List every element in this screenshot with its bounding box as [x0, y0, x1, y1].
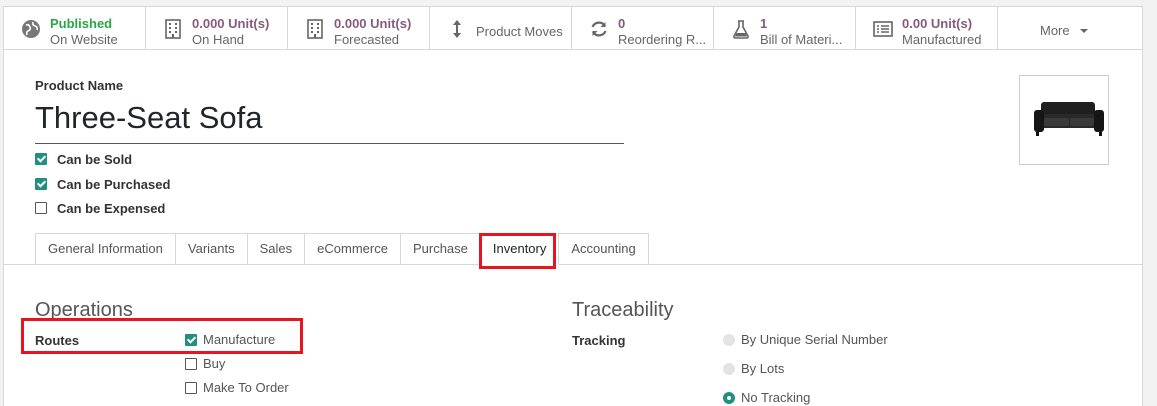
flask-icon: [733, 20, 749, 39]
traceability-title: Traceability: [572, 299, 674, 321]
product-name-underline: [35, 143, 624, 144]
smart-button-label: Reordering R...: [618, 32, 707, 47]
can-be-sold-checkbox[interactable]: [35, 153, 47, 165]
forecasted-button[interactable]: 0.000 Unit(s) Forecasted: [288, 7, 430, 49]
manufactured-button[interactable]: 0.00 Unit(s) Manufactured: [856, 7, 998, 49]
tracking-serial-option[interactable]: By Unique Serial Number: [723, 332, 888, 347]
refresh-icon: [591, 21, 607, 37]
smart-button-label: Manufactured: [902, 32, 982, 47]
can-be-expensed-checkbox-row[interactable]: Can be Expensed: [35, 199, 165, 217]
tab-general-information[interactable]: General Information: [35, 233, 176, 265]
website-published-button[interactable]: Published On Website: [4, 7, 146, 49]
smart-button-value: Published: [50, 16, 113, 31]
inventory-tab-highlight: [479, 233, 556, 269]
notebook-tabs: General Information Variants Sales eComm…: [35, 233, 649, 265]
product-moves-button[interactable]: Product Moves: [430, 7, 572, 49]
more-button[interactable]: More: [998, 7, 1136, 49]
building-icon: [165, 19, 181, 39]
product-name-field[interactable]: Three-Seat Sofa: [35, 100, 262, 136]
product-image[interactable]: [1019, 75, 1109, 165]
smart-button-value: 0.000 Unit(s): [334, 16, 412, 31]
tab-variants[interactable]: Variants: [175, 233, 248, 265]
bill-of-materials-button[interactable]: 1 Bill of Materi...: [714, 7, 856, 49]
building-icon: [307, 19, 323, 39]
route-make-to-order-label: Make To Order: [203, 380, 289, 395]
routes-highlight: [21, 318, 303, 354]
smart-button-value: 1: [760, 16, 768, 31]
tab-accounting[interactable]: Accounting: [559, 233, 649, 265]
can-be-purchased-checkbox[interactable]: [35, 178, 47, 190]
caret-down-icon: [1080, 29, 1088, 33]
tab-purchase[interactable]: Purchase: [400, 233, 481, 265]
smart-button-value: 0: [618, 16, 626, 31]
tab-ecommerce[interactable]: eCommerce: [305, 233, 401, 265]
smart-button-label: On Website: [50, 32, 118, 47]
can-be-expensed-checkbox[interactable]: [35, 202, 47, 214]
smart-button-label: On Hand: [192, 32, 245, 47]
can-be-purchased-checkbox-row[interactable]: Can be Purchased: [35, 175, 170, 193]
on-hand-button[interactable]: 0.000 Unit(s) On Hand: [146, 7, 288, 49]
smart-button-value: 0.00 Unit(s): [902, 16, 973, 31]
route-buy[interactable]: Buy: [185, 356, 225, 371]
product-name-label: Product Name: [35, 78, 124, 93]
tab-sales[interactable]: Sales: [247, 233, 306, 265]
tracking-none-label: No Tracking: [741, 390, 811, 405]
can-be-expensed-label: Can be Expensed: [57, 200, 166, 216]
arrows-vertical-icon: [453, 20, 461, 38]
can-be-purchased-label: Can be Purchased: [57, 176, 171, 192]
tracking-lots-option[interactable]: By Lots: [723, 361, 784, 376]
tracking-label: Tracking: [572, 333, 626, 348]
route-buy-checkbox[interactable]: [185, 357, 197, 370]
can-be-sold-label: Can be Sold: [57, 151, 133, 167]
smart-button-label: Product Moves: [476, 24, 563, 39]
tracking-none-radio[interactable]: [723, 391, 735, 404]
tracking-serial-label: By Unique Serial Number: [741, 332, 888, 347]
product-form-sheet: Published On Website 0.000 Unit(s) On Ha…: [3, 6, 1143, 406]
route-buy-label: Buy: [203, 356, 226, 371]
route-make-to-order-checkbox[interactable]: [185, 381, 197, 394]
tracking-lots-label: By Lots: [741, 361, 785, 376]
smart-button-value: 0.000 Unit(s): [192, 16, 270, 31]
smart-button-label: Forecasted: [334, 32, 400, 47]
smart-button-label: Bill of Materi...: [760, 32, 843, 47]
globe-icon: [22, 20, 40, 38]
smart-button-bar: Published On Website 0.000 Unit(s) On Ha…: [4, 7, 1142, 50]
route-make-to-order[interactable]: Make To Order: [185, 380, 289, 395]
tracking-serial-radio[interactable]: [723, 333, 735, 346]
can-be-sold-checkbox-row[interactable]: Can be Sold: [35, 150, 132, 168]
tracking-lots-radio[interactable]: [723, 362, 735, 375]
more-label: More: [1040, 23, 1070, 38]
sofa-image: [1034, 102, 1104, 136]
tracking-none-option[interactable]: No Tracking: [723, 390, 810, 405]
list-icon: [873, 21, 893, 37]
reordering-rules-button[interactable]: 0 Reordering R...: [572, 7, 714, 49]
